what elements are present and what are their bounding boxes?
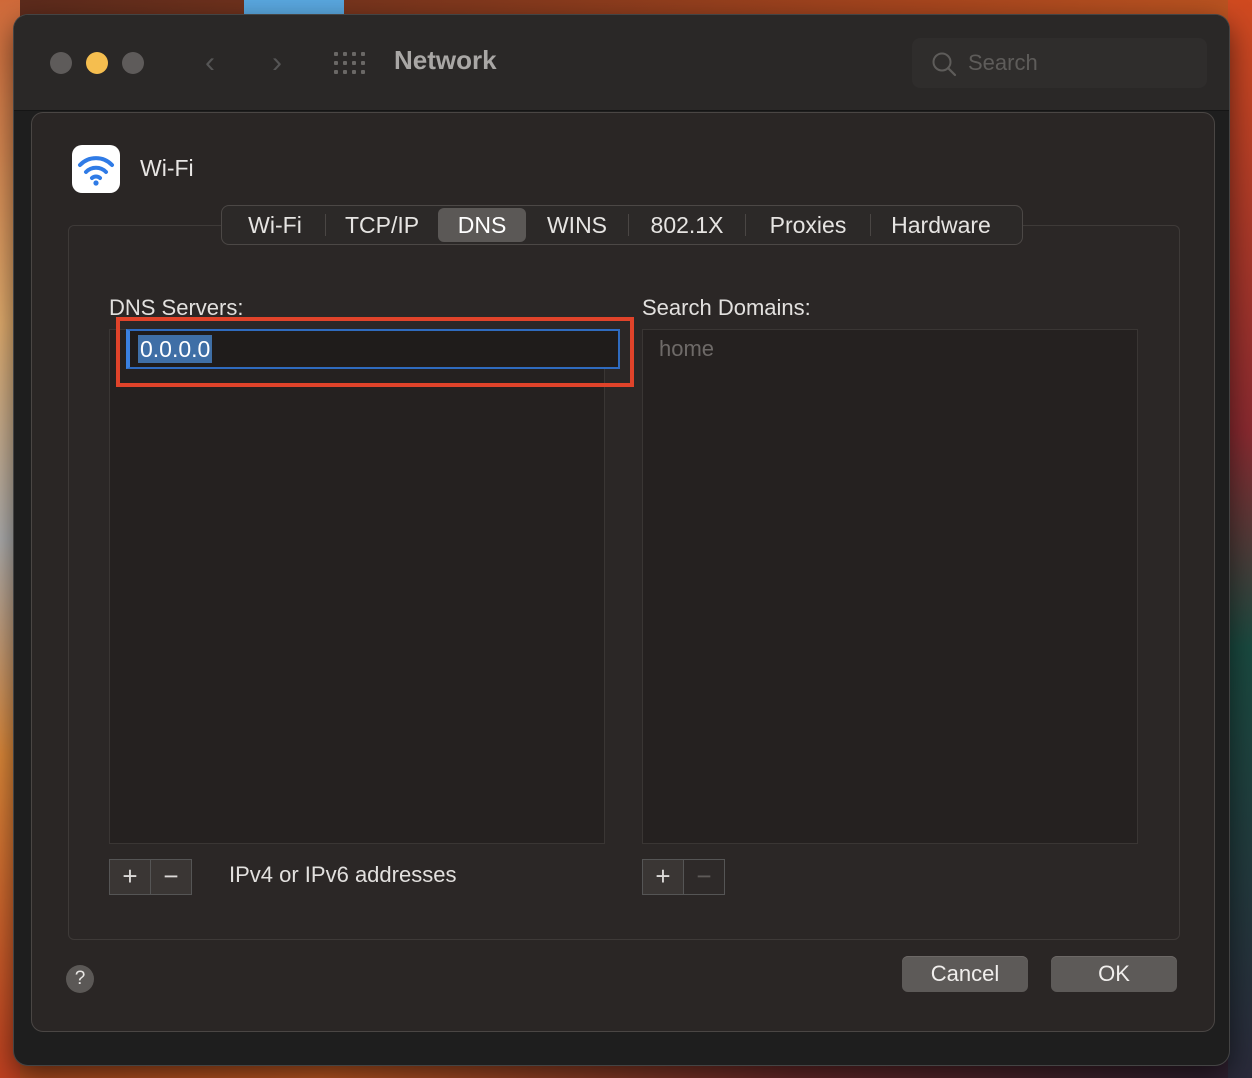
- dns-servers-list[interactable]: [109, 329, 605, 844]
- service-name: Wi-Fi: [140, 155, 194, 181]
- wifi-app-icon: [72, 145, 120, 193]
- add-search-domain-button[interactable]: +: [643, 860, 683, 894]
- search-domain-item[interactable]: home: [659, 336, 714, 362]
- ok-button[interactable]: OK: [1051, 956, 1177, 992]
- advanced-settings-sheet: Wi-Fi Wi-Fi TCP/IP DNS WINS 802.1X Proxi…: [31, 112, 1215, 1032]
- network-window: ‹ › Network Search Wi-Fi Wi-Fi TCP/IP DN…: [14, 15, 1229, 1065]
- minimize-window-button[interactable]: [86, 52, 108, 74]
- tab-dns[interactable]: DNS: [438, 208, 526, 242]
- search-placeholder: Search: [968, 50, 1038, 75]
- zoom-window-button[interactable]: [122, 52, 144, 74]
- search-domains-list[interactable]: home: [642, 329, 1138, 844]
- close-window-button[interactable]: [50, 52, 72, 74]
- desktop-wallpaper-top: [244, 0, 344, 16]
- search-domains-label: Search Domains:: [642, 295, 811, 320]
- dns-hint-text: IPv4 or IPv6 addresses: [229, 862, 457, 887]
- dns-add-remove-control: + −: [109, 859, 192, 895]
- chevron-right-icon[interactable]: ›: [259, 45, 295, 81]
- title-bar: ‹ › Network Search: [14, 15, 1229, 111]
- domains-add-remove-control: + −: [642, 859, 725, 895]
- cancel-button[interactable]: Cancel: [902, 956, 1028, 992]
- remove-search-domain-button: −: [683, 860, 724, 894]
- add-dns-server-button[interactable]: +: [110, 860, 150, 894]
- tab-tcpip[interactable]: TCP/IP: [326, 208, 438, 242]
- desktop-wallpaper-right: [1228, 0, 1252, 1078]
- tab-wins[interactable]: WINS: [526, 208, 628, 242]
- search-field[interactable]: Search: [912, 38, 1207, 88]
- wifi-icon: [78, 156, 114, 186]
- tab-hardware[interactable]: Hardware: [871, 208, 1011, 242]
- show-all-grid-icon[interactable]: [332, 50, 366, 76]
- search-icon: [932, 52, 957, 77]
- tab-proxies[interactable]: Proxies: [746, 208, 870, 242]
- tab-8021x[interactable]: 802.1X: [629, 208, 745, 242]
- remove-dns-server-button[interactable]: −: [150, 860, 191, 894]
- chevron-left-icon[interactable]: ‹: [192, 45, 228, 81]
- help-button[interactable]: ?: [66, 965, 94, 993]
- tab-bar: Wi-Fi TCP/IP DNS WINS 802.1X Proxies Har…: [221, 205, 1023, 245]
- window-title: Network: [394, 45, 497, 75]
- tab-wifi[interactable]: Wi-Fi: [225, 208, 325, 242]
- annotation-highlight-box: [116, 317, 634, 387]
